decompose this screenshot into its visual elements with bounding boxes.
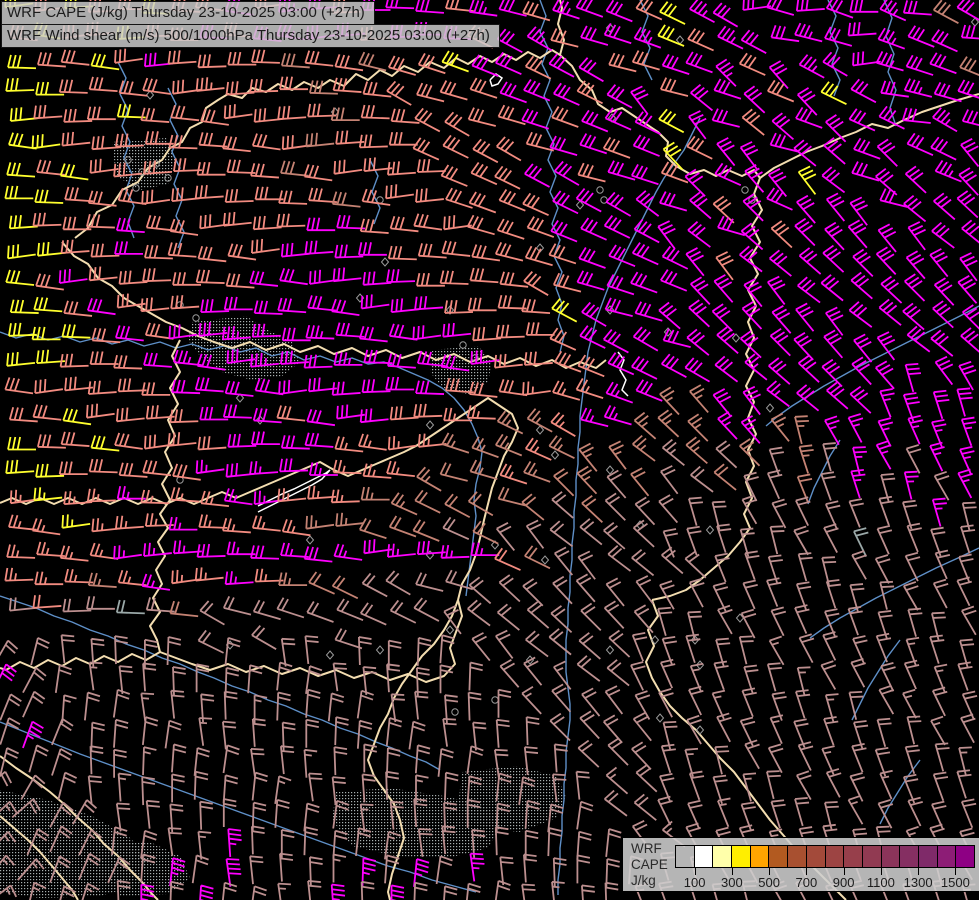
legend-tick-label: 1500 xyxy=(933,875,977,890)
legend-cell xyxy=(676,846,695,867)
legend-tick xyxy=(732,868,733,875)
weather-map-screen: WRF CAPE (J/kg) Thursday 23-10-2025 03:0… xyxy=(0,0,979,900)
title-box: WRF CAPE (J/kg) Thursday 23-10-2025 03:0… xyxy=(1,1,500,48)
legend-cell xyxy=(788,846,807,867)
legend-cell xyxy=(826,846,845,867)
legend-cell xyxy=(713,846,732,867)
legend-tick xyxy=(955,868,956,875)
legend-label: WRF CAPE J/kg xyxy=(631,841,668,889)
title-line-shear: WRF Wind shear (m/s) 500/1000hPa Thursda… xyxy=(1,24,500,48)
legend-cell xyxy=(751,846,770,867)
legend-label-wrf: WRF xyxy=(631,841,668,857)
legend-cell xyxy=(844,846,863,867)
legend-cell xyxy=(900,846,919,867)
legend-cell xyxy=(919,846,938,867)
legend-cell xyxy=(938,846,957,867)
legend-box: WRF CAPE J/kg 10030050070090011001300150… xyxy=(622,837,979,892)
legend-tick xyxy=(918,868,919,875)
legend-tick xyxy=(769,868,770,875)
legend-cell xyxy=(863,846,882,867)
legend-cell xyxy=(695,846,714,867)
legend-cell xyxy=(732,846,751,867)
legend-label-units: J/kg xyxy=(631,873,668,889)
map-canvas xyxy=(0,0,979,900)
legend-tick xyxy=(881,868,882,875)
legend-cell xyxy=(882,846,901,867)
legend-tick xyxy=(695,868,696,875)
legend-colorbar xyxy=(675,845,975,868)
legend-cell xyxy=(807,846,826,867)
legend-cell xyxy=(956,846,974,867)
legend-tick xyxy=(806,868,807,875)
title-line-cape: WRF CAPE (J/kg) Thursday 23-10-2025 03:0… xyxy=(1,1,375,25)
legend-cell xyxy=(769,846,788,867)
legend-label-cape: CAPE xyxy=(631,857,668,873)
legend-tick xyxy=(844,868,845,875)
